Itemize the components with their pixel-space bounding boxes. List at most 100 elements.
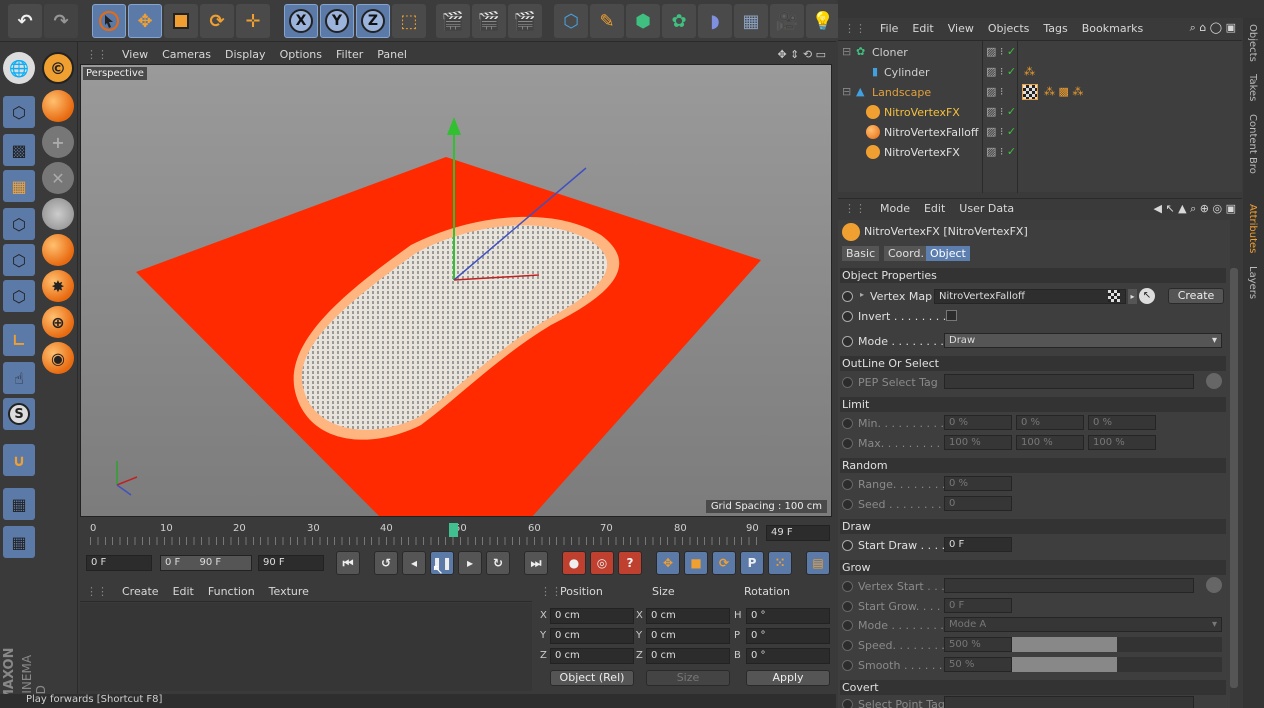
viewport-nav-icons[interactable]: ✥ ⇕ ⟲ ▭ [777, 48, 826, 61]
menu-display[interactable]: Display [225, 48, 266, 61]
range-animate-icon[interactable] [842, 479, 853, 490]
object-row-nitrovertexfx[interactable]: NitroVertexFX ▨ ⁝ ✓ [838, 143, 1242, 163]
preview-range-slider[interactable]: 0 F 90 F [160, 555, 252, 571]
nitro-fx-icon[interactable]: ✸ [42, 270, 74, 302]
tab-object[interactable]: Object [926, 246, 970, 261]
mograph-icon[interactable]: ✿ [662, 4, 696, 38]
menu-view[interactable]: View [122, 48, 148, 61]
pick-object-icon[interactable] [1206, 577, 1222, 593]
camera-icon[interactable]: 🎥 [770, 4, 804, 38]
goto-start-icon[interactable]: ⏮ [336, 551, 360, 575]
tab-coord[interactable]: Coord. [884, 246, 928, 261]
speed-field[interactable]: 500 % [944, 637, 1012, 652]
goto-end-icon[interactable]: ⏭ [524, 551, 548, 575]
goto-previous-frame-icon[interactable]: ◂ [402, 551, 426, 575]
max-animate-icon[interactable] [842, 438, 853, 449]
record-key-icon[interactable]: ● [562, 551, 586, 575]
speed-animate-icon[interactable] [842, 640, 853, 651]
menu-edit[interactable]: Edit [924, 202, 945, 215]
keyframe-selection-icon[interactable]: ? [618, 551, 642, 575]
move-icon[interactable]: ✥ [128, 4, 162, 38]
seed-animate-icon[interactable] [842, 499, 853, 510]
tab-content-browser[interactable]: Content Bro [1247, 114, 1258, 174]
start-frame-field[interactable]: 0 F [86, 555, 152, 571]
size-x-field[interactable]: 0 cm [646, 608, 730, 624]
vertex-map-animate-icon[interactable] [842, 291, 853, 302]
current-frame-field[interactable]: 49 F [766, 525, 830, 541]
timeline-ruler[interactable]: 0 10 20 30 40 50 60 70 80 90 49 F [80, 519, 834, 549]
axis-icon[interactable]: ∟ [3, 324, 35, 356]
x-axis-icon[interactable]: X [284, 4, 318, 38]
start-grow-animate-icon[interactable] [842, 601, 853, 612]
record-point-level-icon[interactable]: ⁙ [768, 551, 792, 575]
speed-slider[interactable] [1012, 637, 1222, 652]
start-draw-field[interactable]: 0 F [944, 537, 1012, 552]
select-point-tag-field[interactable] [944, 696, 1194, 708]
pos-y-field[interactable]: 0 cm [550, 628, 634, 644]
layer-icon[interactable]: ▨ ⁝ ✓ [986, 105, 1016, 118]
scheme-settings-icon[interactable]: ▤ [806, 551, 830, 575]
transform-icon[interactable]: ✛ [236, 4, 270, 38]
max-y-field[interactable]: 100 % [1016, 435, 1084, 450]
magnet-icon[interactable]: ∪ [3, 444, 35, 476]
mograph-tag-icon[interactable]: ⁂ [1024, 65, 1035, 78]
expand-icon[interactable]: ⊟ [842, 85, 851, 98]
scene-floor-icon[interactable]: ▦ [734, 4, 768, 38]
tab-basic[interactable]: Basic [842, 246, 880, 261]
link-menu-icon[interactable]: ▸ [1128, 289, 1137, 304]
menu-mode[interactable]: Mode [880, 202, 910, 215]
record-scale-icon[interactable]: ■ [684, 551, 708, 575]
rot-b-field[interactable]: 0 ° [746, 648, 830, 664]
redo-icon[interactable]: ↷ [44, 4, 78, 38]
goto-next-frame-icon[interactable]: ▸ [458, 551, 482, 575]
range-field[interactable]: 0 % [944, 476, 1012, 491]
y-axis-icon[interactable]: Y [320, 4, 354, 38]
tags-icons[interactable]: ⁂ ▩ ⁂ [1044, 85, 1083, 98]
pep-select-tag-field[interactable] [944, 374, 1194, 389]
min-z-field[interactable]: 0 % [1088, 415, 1156, 430]
z-axis-icon[interactable]: Z [356, 4, 390, 38]
snap-workplane-icon[interactable]: ▦ [3, 526, 35, 558]
object-row-cylinder[interactable]: ▮ Cylinder ▨ ⁝ ✓ ⁂ [838, 63, 1242, 83]
viewport-camera-label[interactable]: Perspective [83, 67, 147, 80]
layer-icon[interactable]: ▨ ⁝ ✓ [986, 65, 1016, 78]
vertex-map-tag-icon[interactable] [1022, 84, 1038, 100]
rot-p-field[interactable]: 0 ° [746, 628, 830, 644]
coordinate-mode-select[interactable]: Object (Rel) [550, 670, 634, 686]
copyright-icon[interactable]: © [42, 52, 74, 84]
record-parameter-icon[interactable]: P [740, 551, 764, 575]
solo-icon[interactable]: S [3, 398, 35, 430]
tab-takes[interactable]: Takes [1247, 74, 1258, 101]
edges-mode-icon[interactable]: ⬡ [3, 244, 35, 276]
menu-edit[interactable]: Edit [173, 585, 194, 598]
menu-bookmarks[interactable]: Bookmarks [1082, 22, 1143, 35]
layer-icon[interactable]: ▨ ⁝ [986, 85, 1003, 98]
grow-mode-animate-icon[interactable] [842, 620, 853, 631]
size-y-field[interactable]: 0 cm [646, 628, 730, 644]
menu-texture[interactable]: Texture [269, 585, 309, 598]
size-z-field[interactable]: 0 cm [646, 648, 730, 664]
mode-animate-icon[interactable] [842, 336, 853, 347]
grid-sphere-icon[interactable]: ⊕ [42, 306, 74, 338]
select-point-animate-icon[interactable] [842, 699, 853, 708]
menu-view[interactable]: View [948, 22, 974, 35]
mode-dropdown[interactable]: Draw ▾ [944, 333, 1222, 348]
menu-tags[interactable]: Tags [1043, 22, 1067, 35]
sphere-icon[interactable] [42, 90, 74, 122]
pos-x-field[interactable]: 0 cm [550, 608, 634, 624]
menu-user-data[interactable]: User Data [959, 202, 1014, 215]
render-view-icon[interactable]: 🎬 [436, 4, 470, 38]
grow-mode-dropdown[interactable]: Mode A ▾ [944, 617, 1222, 632]
seed-field[interactable]: 0 [944, 496, 1012, 511]
polygons-mode-icon[interactable]: ⬡ [3, 280, 35, 312]
tweak-icon[interactable]: ☝ [3, 362, 35, 394]
sky-icon[interactable] [42, 198, 74, 230]
invert-animate-icon[interactable] [842, 311, 853, 322]
attribute-scrollbar[interactable] [1230, 268, 1238, 688]
record-position-icon[interactable]: ✥ [656, 551, 680, 575]
menu-cameras[interactable]: Cameras [162, 48, 211, 61]
smooth-animate-icon[interactable] [842, 660, 853, 671]
environment-icon[interactable] [42, 234, 74, 266]
min-x-field[interactable]: 0 % [944, 415, 1012, 430]
invert-checkbox[interactable] [946, 310, 957, 321]
